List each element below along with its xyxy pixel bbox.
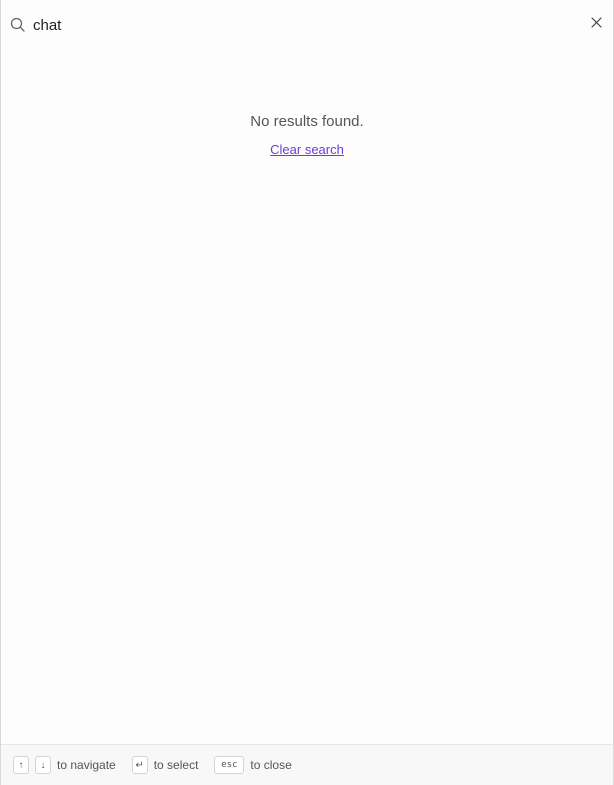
close-hint: to close xyxy=(250,758,292,772)
keyboard-hints-footer: ↑ ↓ to navigate ↵ to select esc to close xyxy=(1,744,613,785)
command-palette: No results found. Clear search ↑ ↓ to na… xyxy=(0,0,614,785)
arrow-down-key: ↓ xyxy=(35,756,51,774)
search-bar xyxy=(1,0,613,48)
search-input[interactable] xyxy=(33,14,573,36)
select-hint: to select xyxy=(153,758,199,772)
arrow-up-key: ↑ xyxy=(13,756,29,774)
navigate-hint: to navigate xyxy=(57,758,116,772)
esc-key: esc xyxy=(214,756,245,774)
search-icon xyxy=(10,17,25,32)
clear-search-link[interactable]: Clear search xyxy=(270,142,344,157)
empty-state: No results found. Clear search xyxy=(1,112,613,159)
close-button[interactable] xyxy=(588,16,604,32)
enter-key: ↵ xyxy=(131,756,148,774)
close-icon xyxy=(590,15,602,33)
no-results-message: No results found. xyxy=(250,113,364,130)
